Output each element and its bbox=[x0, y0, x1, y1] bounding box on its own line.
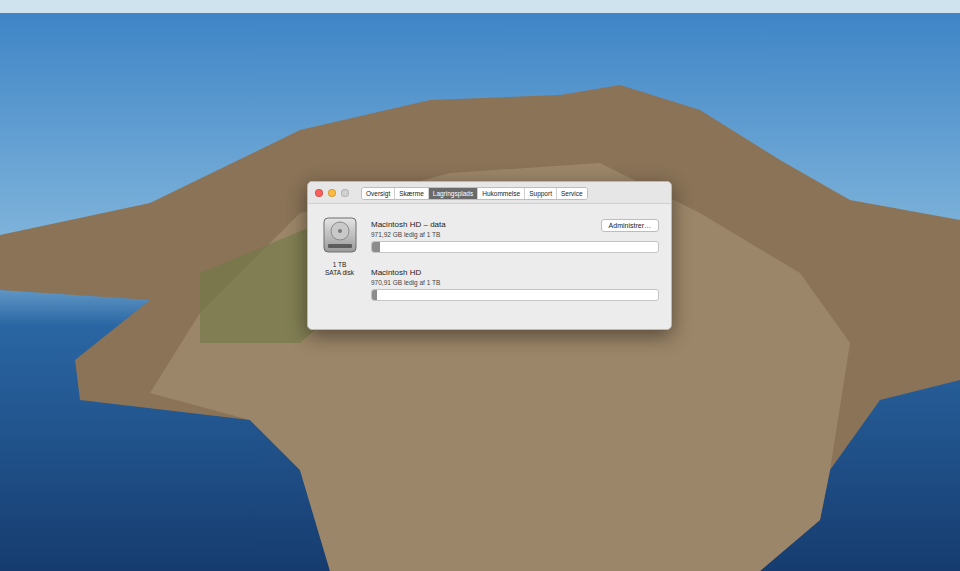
hard-disk-icon bbox=[322, 216, 358, 254]
storage-bar bbox=[371, 241, 659, 253]
desktop: OversigtSkærmeLagringspladsHukommelseSup… bbox=[0, 0, 960, 571]
top-strip bbox=[0, 0, 960, 13]
about-this-mac-window[interactable]: OversigtSkærmeLagringspladsHukommelseSup… bbox=[307, 181, 672, 330]
window-control bbox=[341, 189, 349, 197]
title-bar: OversigtSkærmeLagringspladsHukommelseSup… bbox=[308, 182, 671, 204]
tab[interactable]: Hukommelse bbox=[477, 188, 524, 199]
storage-panel: 1 TBSATA disk Macintosh HD – data971,92 G… bbox=[308, 204, 671, 329]
storage-bar-fill bbox=[372, 290, 377, 300]
volume-reading: 971,92 GB ledig af 1 TB bbox=[371, 230, 446, 239]
volume: Macintosh HD970,91 GB ledig af 1 TB bbox=[371, 267, 659, 301]
volume: Macintosh HD – data971,92 GB ledig af 1 … bbox=[371, 219, 659, 253]
tab[interactable]: Service bbox=[556, 188, 587, 199]
volume-list: Macintosh HD – data971,92 GB ledig af 1 … bbox=[371, 216, 659, 329]
storage-bar-fill bbox=[372, 242, 380, 252]
tab[interactable]: Oversigt bbox=[362, 188, 394, 199]
volume-name: Macintosh HD – data bbox=[371, 219, 446, 230]
tab-bar: OversigtSkærmeLagringspladsHukommelseSup… bbox=[361, 187, 588, 200]
window-control[interactable] bbox=[328, 189, 336, 197]
tab[interactable]: Support bbox=[524, 188, 556, 199]
window-control[interactable] bbox=[315, 189, 323, 197]
disk-size: 1 TB bbox=[333, 261, 347, 269]
storage-bar bbox=[371, 289, 659, 301]
volume-reading: 970,91 GB ledig af 1 TB bbox=[371, 278, 440, 287]
tab[interactable]: Skærme bbox=[394, 188, 428, 199]
volume-name: Macintosh HD bbox=[371, 267, 440, 278]
manage-button[interactable]: Administrer… bbox=[601, 219, 659, 232]
tab[interactable]: Lagringsplads bbox=[428, 188, 477, 199]
disk-type: SATA disk bbox=[325, 269, 354, 277]
